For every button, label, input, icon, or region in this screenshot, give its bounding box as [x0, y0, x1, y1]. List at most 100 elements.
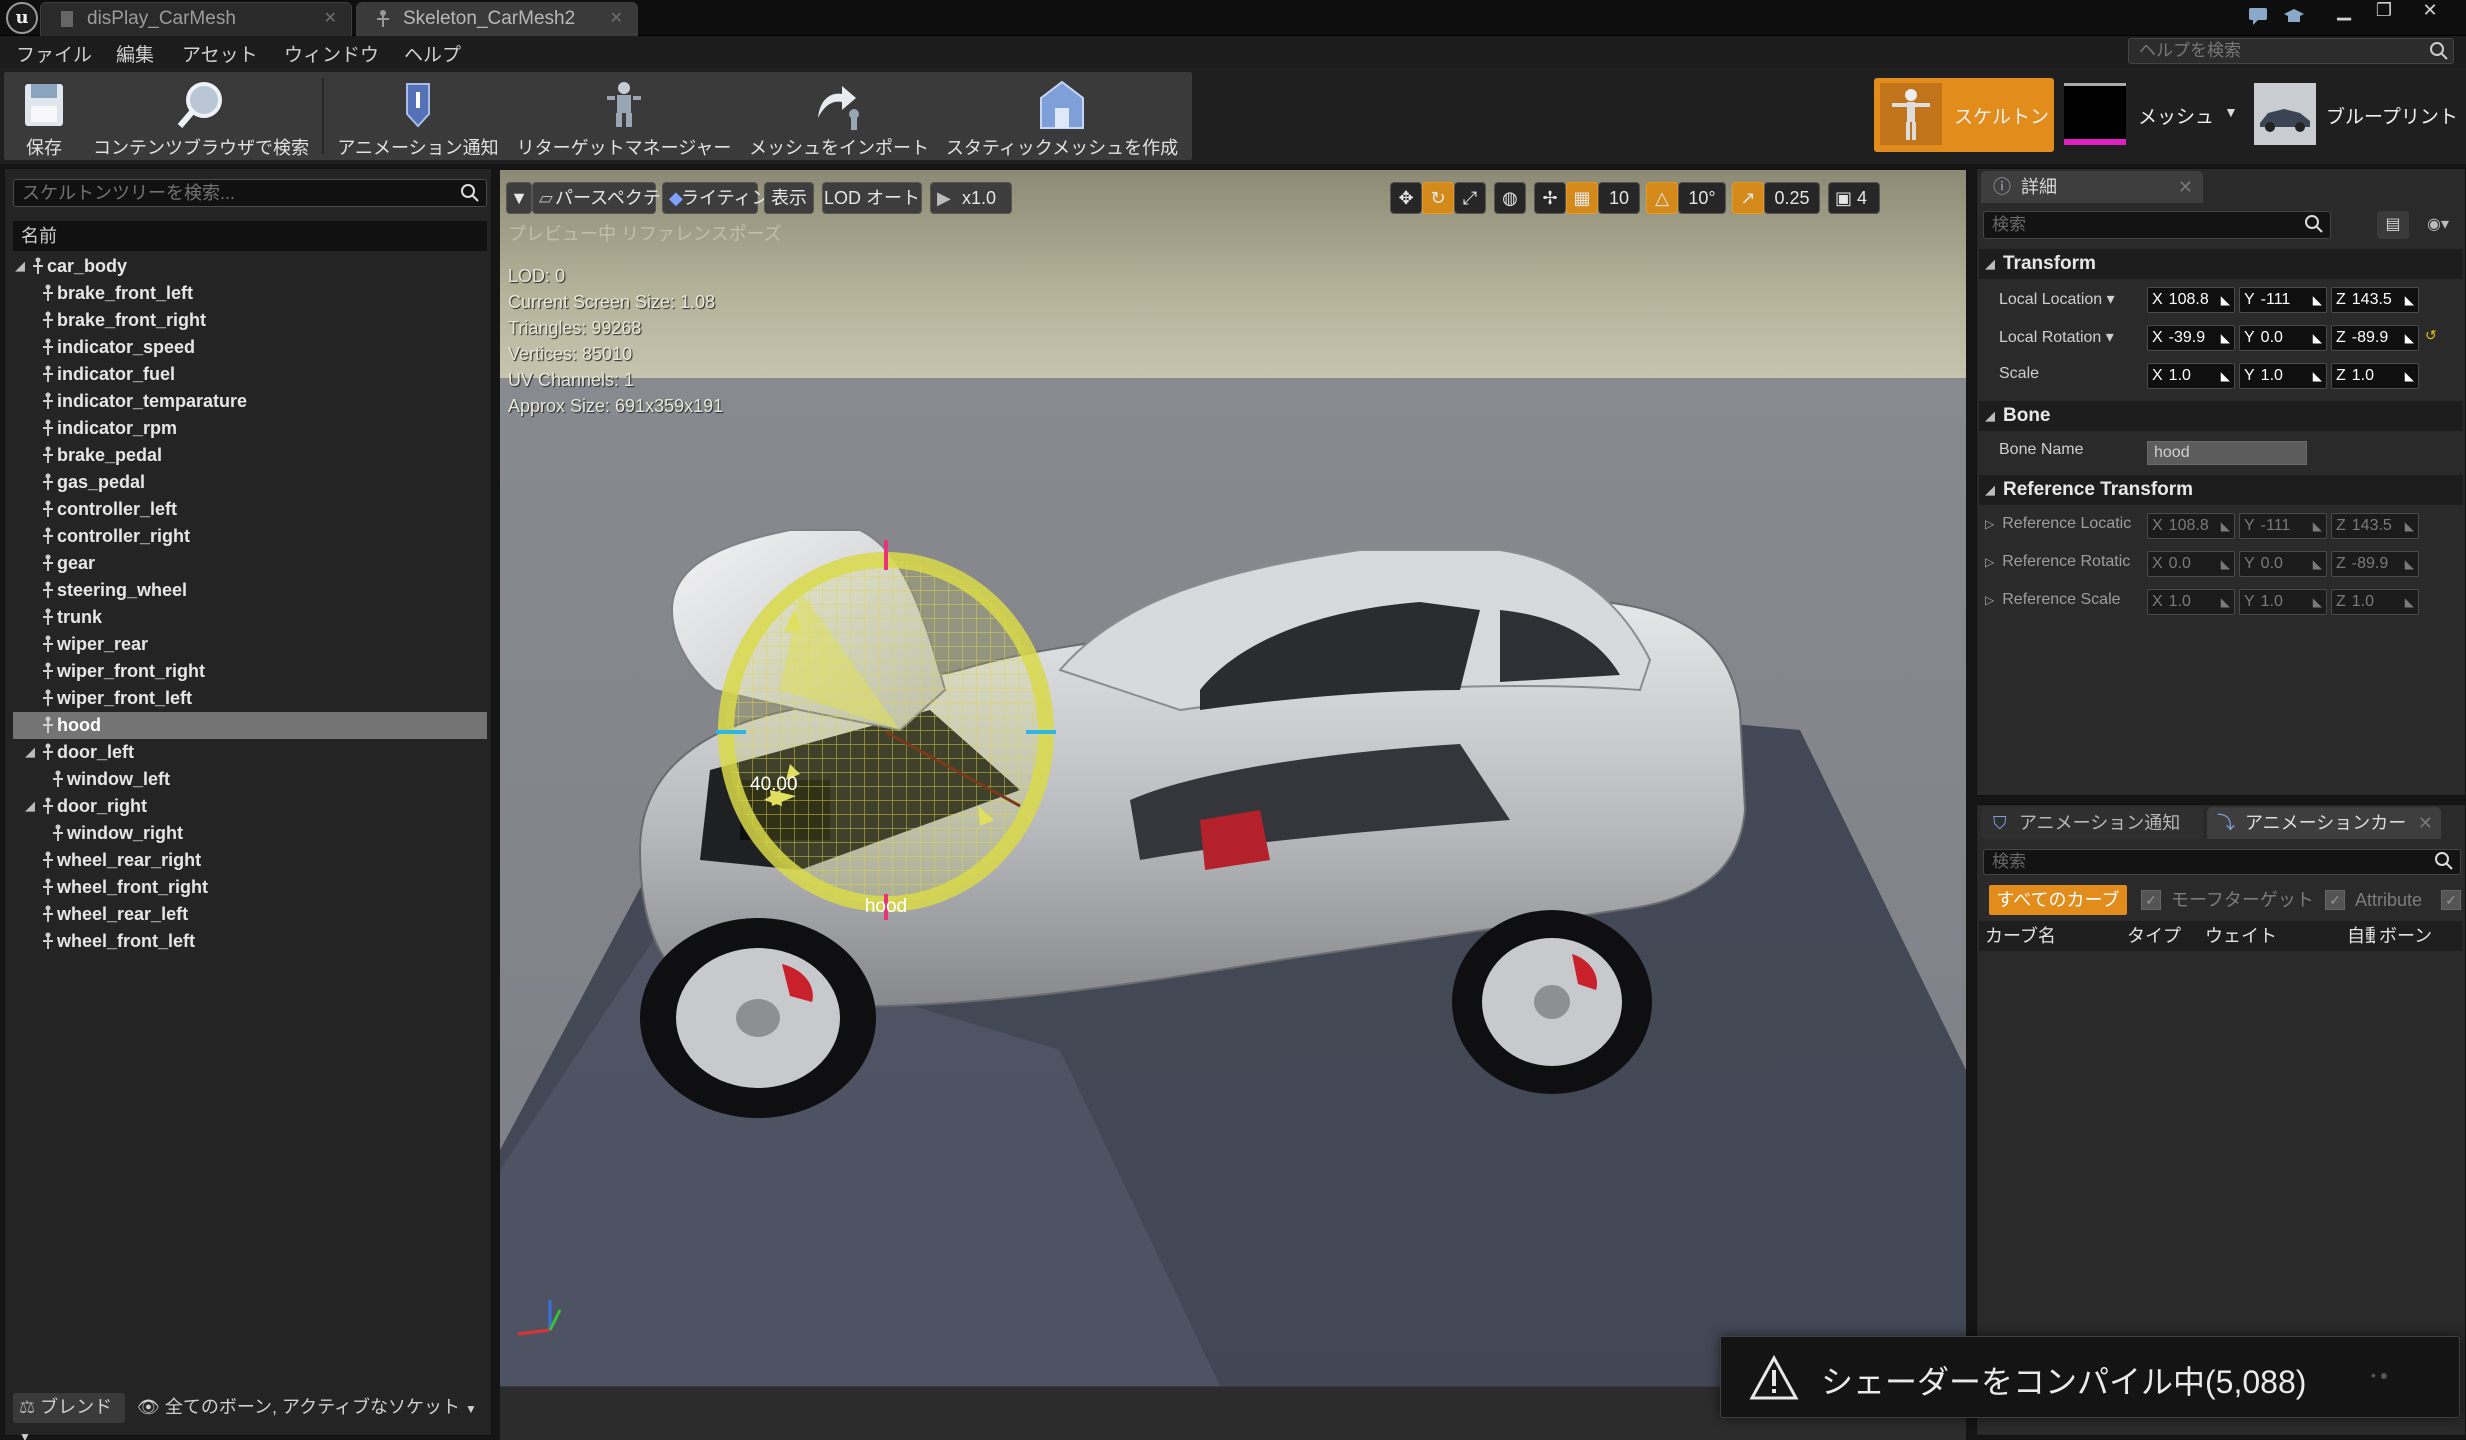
bone-row-door-left[interactable]: ◢ door_left [13, 739, 487, 766]
rotation-snap-button[interactable]: △ [1646, 182, 1678, 214]
bone-row-brake-front-right[interactable]: brake_front_right [13, 307, 487, 334]
expand-caret-icon[interactable]: ◢ [25, 793, 35, 819]
col-auto[interactable]: 自動 [2347, 921, 2375, 951]
reference-transform-header[interactable]: ◢ Reference Transform [1979, 475, 2463, 505]
bone-row-indicator-speed[interactable]: indicator_speed [13, 334, 487, 361]
mesh-dropdown-icon[interactable]: ▼ [2224, 104, 2238, 120]
bone-row-wheel-front-right[interactable]: wheel_front_right [13, 874, 487, 901]
make-static-mesh-button[interactable]: スタティックメッシュを作成 [940, 72, 1184, 160]
curves-search-input[interactable]: 検索 [1983, 849, 2461, 875]
close-icon[interactable]: ✕ [2178, 171, 2193, 203]
scale-snap-button[interactable]: ↗ [1732, 182, 1764, 214]
bone-row-wiper-front-left[interactable]: wiper_front_left [13, 685, 487, 712]
playback-speed-dropdown[interactable]: ▶ x1.0 [930, 182, 1012, 214]
bone-row-controller-right[interactable]: controller_right [13, 523, 487, 550]
local-rotation-z-field[interactable]: Z -89.9 ◣ [2331, 325, 2419, 351]
local-rotation-x-field[interactable]: X -39.9 ◣ [2147, 325, 2235, 351]
col-weight[interactable]: ウェイト [2205, 921, 2277, 951]
lighting-dropdown[interactable]: ◆ ライティング [662, 182, 788, 214]
perspective-dropdown[interactable]: ▱ パースペクティブ [532, 182, 696, 214]
menu-help[interactable]: ヘルプ [404, 40, 461, 67]
menu-asset[interactable]: アセット [182, 40, 258, 67]
world-local-button[interactable]: ◍ [1494, 182, 1526, 214]
scale-mode-button[interactable]: ⤢ [1454, 182, 1486, 214]
restore-button[interactable]: ❐ [2364, 0, 2404, 22]
bone-row-gas-pedal[interactable]: gas_pedal [13, 469, 487, 496]
scale-x-field[interactable]: X 1.0 ◣ [2147, 363, 2235, 389]
skeleton-search-input[interactable]: スケルトンツリーを検索... [13, 179, 487, 207]
bone-row-door-right[interactable]: ◢ door_right [13, 793, 487, 820]
reference-scale-label[interactable]: ▷ Reference Scale [1985, 591, 2135, 609]
tab-anim-curves[interactable]: ⤵ アニメーションカー ✕ [2207, 807, 2441, 839]
viewport-scene[interactable]: 40.00 hood [500, 170, 1966, 1386]
surface-snap-button[interactable]: ✢ [1534, 182, 1566, 214]
browse-content-button[interactable]: コンテンツブラウザで検索 [90, 72, 312, 160]
scale-y-field[interactable]: Y 1.0 ◣ [2239, 363, 2327, 389]
bone-row-trunk[interactable]: trunk [13, 604, 487, 631]
minimize-button[interactable]: ▁ [2324, 0, 2364, 22]
reference-rotation-label[interactable]: ▷ Reference Rotatic [1985, 553, 2135, 571]
anim-notify-button[interactable]: アニメーション通知 [328, 72, 508, 160]
col-type[interactable]: タイプ [2127, 921, 2181, 951]
reference-location-label[interactable]: ▷ Reference Locatic [1985, 515, 2135, 533]
close-icon[interactable]: ✕ [610, 3, 623, 35]
import-mesh-button[interactable]: メッシュをインポート [744, 72, 934, 160]
bone-section-header[interactable]: ◢ Bone [1979, 401, 2463, 431]
learn-icon[interactable] [2282, 4, 2306, 28]
close-window-button[interactable]: ✕ [2410, 0, 2450, 22]
bone-row-gear[interactable]: gear [13, 550, 487, 577]
bone-row-steering-wheel[interactable]: steering_wheel [13, 577, 487, 604]
expand-caret-icon[interactable]: ◢ [25, 739, 35, 765]
morph-target-filter[interactable]: ✓ モーフターゲット [2141, 889, 2314, 913]
close-icon[interactable]: ✕ [2418, 807, 2433, 839]
col-bone[interactable]: ボーン [2379, 921, 2432, 951]
unreal-logo-icon[interactable]: u [6, 2, 38, 34]
tab-skeleton-carmesh2[interactable]: Skeleton_CarMesh2 ✕ [356, 2, 638, 36]
local-location-label[interactable]: Local Location ▾ [1999, 289, 2149, 309]
blend-profile-button[interactable]: ⚖ ブレンド ▼ [13, 1393, 125, 1440]
viewport-options-dropdown[interactable]: ▼ [506, 182, 532, 214]
help-search-input[interactable]: ヘルプを検索 [2128, 38, 2454, 64]
bone-row-wheel-front-left[interactable]: wheel_front_left [13, 928, 487, 955]
menu-edit[interactable]: 編集 [116, 40, 154, 67]
lod-dropdown[interactable]: LOD オート [822, 182, 922, 214]
close-icon[interactable]: ✕ [324, 3, 337, 35]
property-matrix-button[interactable]: ▤ [2377, 211, 2409, 239]
bone-row-indicator-fuel[interactable]: indicator_fuel [13, 361, 487, 388]
chat-icon[interactable] [2246, 4, 2270, 28]
bone-row-hood[interactable]: hood [13, 712, 487, 739]
bone-row-car-body[interactable]: ◢ car_body [13, 253, 487, 280]
bone-row-indicator-temparature[interactable]: indicator_temparature [13, 388, 487, 415]
translate-mode-button[interactable]: ✥ [1390, 182, 1422, 214]
bone-row-wheel-rear-right[interactable]: wheel_rear_right [13, 847, 487, 874]
bone-row-window-left[interactable]: window_left [13, 766, 487, 793]
grid-snap-button[interactable]: ▦ [1566, 182, 1598, 214]
scale-z-field[interactable]: Z 1.0 ◣ [2331, 363, 2419, 389]
grid-snap-value[interactable]: 10 [1598, 182, 1640, 214]
local-location-z-field[interactable]: Z 143.5 ◣ [2331, 287, 2419, 313]
local-rotation-label[interactable]: Local Rotation ▾ [1999, 327, 2149, 347]
menu-window[interactable]: ウィンドウ [284, 40, 379, 67]
bone-row-brake-front-left[interactable]: brake_front_left [13, 280, 487, 307]
rotate-mode-button[interactable]: ↻ [1422, 182, 1454, 214]
blueprint-mode-button[interactable]: ブループリント [2248, 78, 2466, 152]
bone-row-wiper-rear[interactable]: wiper_rear [13, 631, 487, 658]
bone-row-wiper-front-right[interactable]: wiper_front_right [13, 658, 487, 685]
mesh-mode-button[interactable]: メッシュ ▼ [2058, 78, 2238, 152]
local-location-x-field[interactable]: X 108.8 ◣ [2147, 287, 2235, 313]
expand-caret-icon[interactable]: ◢ [15, 253, 25, 279]
retarget-manager-button[interactable]: リターゲットマネージャー [512, 72, 736, 160]
local-location-y-field[interactable]: Y -111 ◣ [2239, 287, 2327, 313]
local-rotation-y-field[interactable]: Y 0.0 ◣ [2239, 325, 2327, 351]
save-button[interactable]: 保存 [4, 72, 84, 160]
bone-row-window-right[interactable]: window_right [13, 820, 487, 847]
tab-display-carmesh[interactable]: disPlay_CarMesh ✕ [40, 2, 352, 36]
reset-to-default-icon[interactable]: ↺ [2425, 327, 2437, 344]
bone-filter-button[interactable]: 👁 全てのボーン, アクティブなソケット ▼ [137, 1393, 487, 1423]
view-options-button[interactable]: ◉▾ [2415, 211, 2461, 239]
col-curve-name[interactable]: カーブ名 [1985, 921, 2056, 951]
camera-speed-button[interactable]: ▣ 4 [1828, 182, 1880, 214]
tab-anim-notifies[interactable]: ⛉ アニメーション通知 [1981, 807, 2203, 839]
menu-file[interactable]: ファイル [16, 40, 92, 67]
tree-column-header[interactable]: 名前 [13, 221, 487, 251]
